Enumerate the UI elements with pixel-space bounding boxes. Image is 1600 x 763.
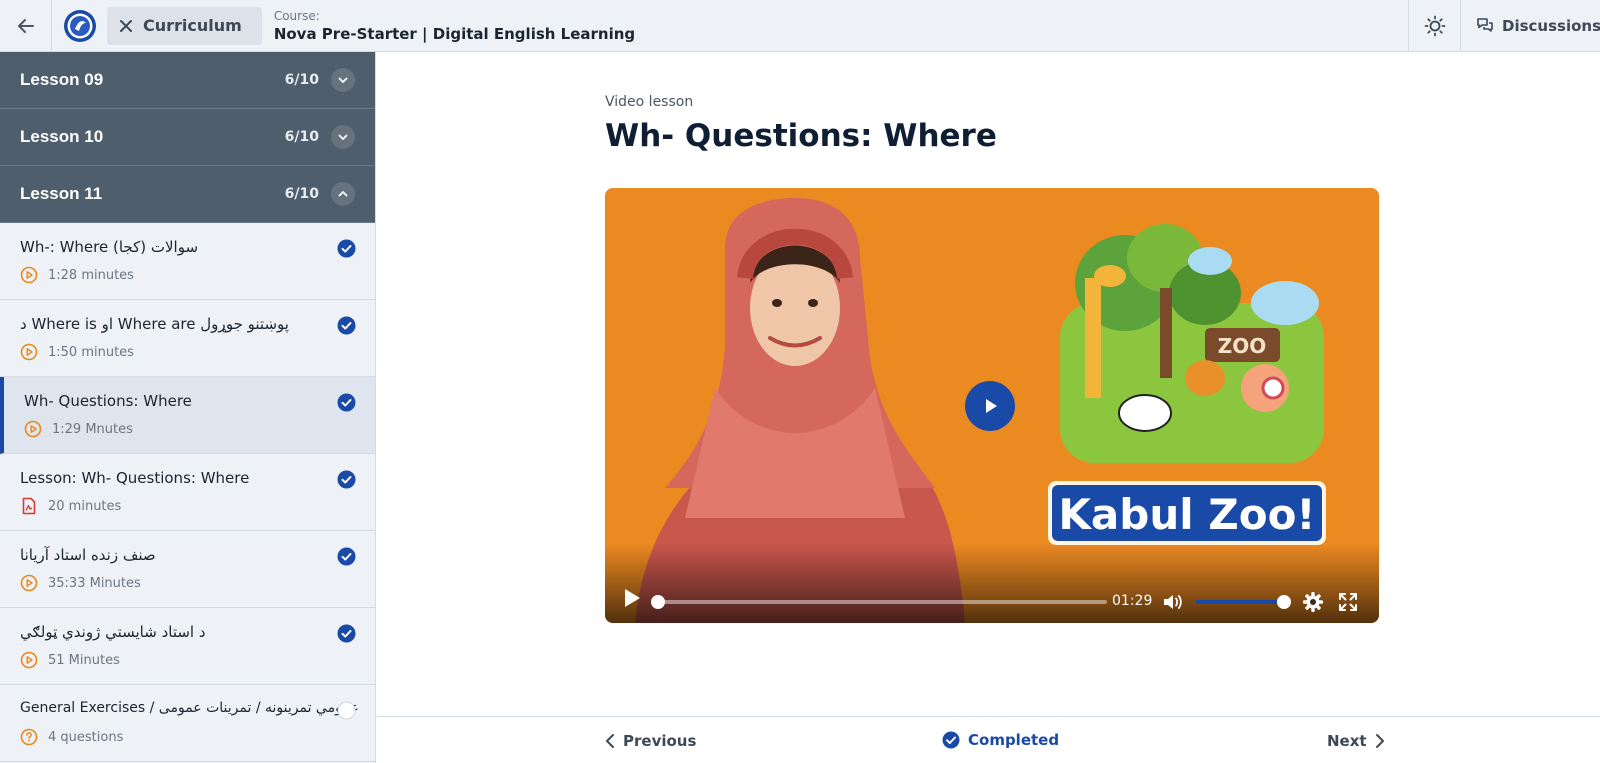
lesson-item-title: Wh-: Where (کجا) سوالات (20, 238, 199, 256)
lesson-name: Lesson 11 (20, 184, 103, 203)
close-icon (120, 19, 132, 32)
lesson-header-09[interactable]: Lesson 09 6/10 (0, 52, 375, 109)
check-circle-icon (337, 393, 356, 412)
lesson-name: Lesson 10 (20, 127, 104, 146)
check-circle-icon (337, 316, 356, 335)
theme-toggle-button[interactable] (1408, 0, 1461, 52)
lesson-item[interactable]: Lesson: Wh- Questions: Where 20 minutes (0, 454, 375, 531)
completed-button[interactable]: Completed (942, 731, 1059, 749)
lesson-navigation-footer: Previous Completed Next (377, 716, 1600, 763)
lesson-item[interactable]: د استاد شایستي ژوندي ټولګي 51 Minutes (0, 608, 375, 685)
top-bar: Curriculum Course: Nova Pre-Starter | Di… (0, 0, 1600, 52)
main-content: Video lesson Wh- Questions: Where ZOO Ka… (377, 52, 1600, 763)
lesson-item-duration: 20 minutes (48, 498, 122, 514)
course-title: Nova Pre-Starter | Digital English Learn… (273, 24, 636, 43)
lesson-item[interactable]: د Where is او Where are پوښتنو جوړول 1:5… (0, 300, 375, 377)
lesson-progress-count: 6/10 (284, 72, 319, 88)
lesson-item-duration: 51 Minutes (48, 652, 120, 668)
play-icon (625, 589, 640, 607)
volume-button[interactable] (1162, 592, 1184, 616)
chevron-down-icon[interactable] (331, 68, 355, 92)
chevron-left-icon (606, 734, 614, 748)
course-info: Course: Nova Pre-Starter | Digital Engli… (274, 9, 635, 43)
fullscreen-button[interactable] (1337, 591, 1359, 617)
chevron-up-icon[interactable] (331, 182, 355, 206)
pdf-file-icon (22, 497, 36, 515)
check-circle-icon (337, 470, 356, 489)
video-controls-bar (605, 543, 1379, 623)
next-button[interactable]: Next (1327, 732, 1385, 750)
lesson-progress-count: 6/10 (284, 129, 319, 145)
lesson-item-duration: 1:29 Mnutes (52, 421, 133, 437)
volume-handle[interactable] (1277, 595, 1291, 609)
course-logo (64, 9, 96, 42)
check-circle-icon (337, 239, 356, 258)
poster-title-text: Kabul Zoo! (1058, 490, 1315, 539)
lesson-item-active[interactable]: Wh- Questions: Where 1:29 Mnutes (0, 377, 375, 454)
lesson-item-title: صنف زنده استاد آریانا (20, 546, 156, 564)
check-circle-icon (337, 624, 356, 643)
lesson-item-title: Wh- Questions: Where (24, 392, 192, 410)
lesson-item-title: د استاد شایستي ژوندي ټولګي (20, 623, 206, 641)
chevron-right-icon (1375, 734, 1384, 748)
lesson-item-duration: 4 questions (48, 729, 124, 745)
question-circle-icon (20, 728, 38, 746)
sun-icon (1424, 15, 1445, 37)
lesson-item[interactable]: General Exercises / عمومي تمرینونه / تمر… (0, 685, 375, 762)
video-player[interactable]: ZOO Kabul Zoo! 01:29 (605, 188, 1379, 623)
previous-label: Previous (623, 732, 697, 750)
lesson-name: Lesson 09 (20, 70, 104, 89)
arrow-left-icon (17, 18, 34, 33)
play-button[interactable] (622, 587, 642, 613)
video-play-icon (20, 574, 38, 592)
settings-button[interactable] (1302, 591, 1324, 617)
lesson-item[interactable]: Wh-: Where (کجا) سوالات 1:28 minutes (0, 223, 375, 300)
lesson-header-11[interactable]: Lesson 11 6/10 (0, 166, 375, 223)
check-circle-icon (942, 731, 960, 749)
check-circle-icon (337, 547, 356, 566)
curriculum-sidebar: Lesson 09 6/10 Lesson 10 6/10 Lesson 11 … (0, 52, 376, 763)
chevron-down-icon[interactable] (331, 125, 355, 149)
curriculum-button[interactable]: Curriculum (107, 6, 262, 45)
lesson-progress-count: 6/10 (284, 186, 319, 202)
lesson-item[interactable]: صنف زنده استاد آریانا 35:33 Minutes (0, 531, 375, 608)
previous-button[interactable]: Previous (605, 732, 696, 750)
seek-bar[interactable] (651, 595, 1107, 609)
lesson-header-10[interactable]: Lesson 10 6/10 (0, 109, 375, 166)
big-play-button[interactable] (965, 381, 1015, 431)
content-type-label: Video lesson (605, 94, 694, 110)
video-play-icon (24, 420, 42, 438)
video-time: 01:29 (1112, 593, 1153, 609)
volume-icon (1164, 595, 1182, 609)
play-icon (986, 399, 997, 413)
curriculum-label: Curriculum (143, 16, 242, 35)
lesson-item-title: د Where is او Where are پوښتنو جوړول (20, 315, 289, 333)
completed-label: Completed (968, 731, 1060, 749)
fullscreen-icon (1339, 593, 1357, 611)
gear-icon (1303, 592, 1323, 612)
video-play-icon (20, 343, 38, 361)
page-title: Wh- Questions: Where (605, 118, 997, 154)
discussions-button[interactable]: Discussions (1476, 0, 1600, 52)
incomplete-circle-icon (337, 701, 356, 720)
video-play-icon (20, 266, 38, 284)
discussions-label: Discussions (1502, 17, 1600, 35)
lesson-item-title: General Exercises / عمومي تمرینونه / تمر… (20, 700, 359, 716)
lesson-item-duration: 1:28 minutes (48, 267, 134, 283)
seek-handle[interactable] (651, 595, 665, 609)
volume-slider[interactable] (1195, 595, 1291, 609)
next-label: Next (1327, 732, 1367, 750)
lesson-item-duration: 35:33 Minutes (48, 575, 141, 591)
lesson-item-title: Lesson: Wh- Questions: Where (20, 469, 250, 487)
lesson-item-duration: 1:50 minutes (48, 344, 134, 360)
chat-bubbles-icon (1477, 18, 1493, 32)
zoo-sign-text: ZOO (1218, 334, 1267, 358)
back-button[interactable] (0, 0, 52, 52)
course-kicker: Course: (273, 8, 320, 23)
video-play-icon (20, 651, 38, 669)
